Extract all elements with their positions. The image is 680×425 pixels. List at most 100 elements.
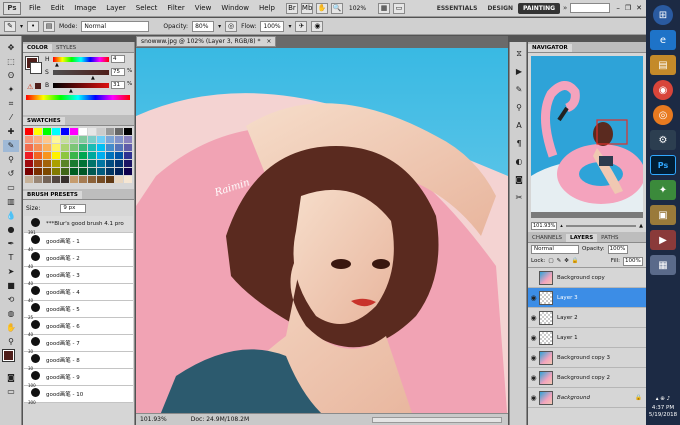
firefox-icon[interactable]: ◎	[653, 105, 673, 125]
swatch[interactable]	[79, 152, 87, 159]
blur-tool-icon[interactable]: 💧	[3, 210, 19, 222]
move-tool-icon[interactable]: ✥	[3, 42, 19, 54]
brush-tool-icon[interactable]: ✎	[4, 20, 16, 32]
menu-edit[interactable]: Edit	[46, 4, 70, 12]
tab-paths[interactable]: PATHS	[597, 234, 622, 242]
tool-presets-icon[interactable]: ✂	[511, 192, 527, 204]
swatch[interactable]	[88, 160, 96, 167]
minibridge-icon[interactable]: Mb	[300, 2, 313, 14]
swatch[interactable]	[43, 176, 51, 183]
swatch[interactable]	[70, 168, 78, 175]
zoom-tool-icon[interactable]: ⚲	[3, 336, 19, 348]
layer-opacity-input[interactable]: 100%	[607, 244, 628, 254]
swatch[interactable]	[88, 136, 96, 143]
document-tab[interactable]: snowww.jpg @ 102% (Layer 3, RGB/8) * ×	[136, 36, 277, 47]
brush-preset-row[interactable]: 391 ***Blur's good brush 4.1 pro	[24, 216, 133, 235]
brush-preset-row[interactable]: 40 good画笔 - 1	[24, 233, 133, 252]
chrome-icon[interactable]: ◉	[653, 80, 673, 100]
swatch[interactable]	[34, 160, 42, 167]
workspace-design[interactable]: DESIGN	[482, 3, 518, 14]
swatch[interactable]	[106, 144, 114, 151]
swatch[interactable]	[61, 168, 69, 175]
swatch[interactable]	[97, 176, 105, 183]
hue-slider-thumb-icon[interactable]: ▲	[55, 62, 59, 68]
tab-color[interactable]: COLOR	[23, 44, 52, 52]
navigator-zoom-slider[interactable]	[565, 225, 637, 227]
brush-preset-row[interactable]: 30 good画笔 - 7	[24, 335, 133, 354]
gamut-warning-icon[interactable]: ⚠	[27, 83, 33, 91]
swatch[interactable]	[52, 152, 60, 159]
photoshop-taskbar-icon[interactable]: Ps	[650, 155, 676, 175]
swatch[interactable]	[115, 128, 123, 135]
zoom-level[interactable]: 102%	[349, 5, 366, 12]
brush-preset-row[interactable]: 25 good画笔 - 5	[24, 301, 133, 320]
brush-size-input[interactable]: 9 px	[60, 203, 87, 213]
swatch[interactable]	[115, 152, 123, 159]
swatch[interactable]	[106, 152, 114, 159]
lock-pixels-icon[interactable]: ✎	[557, 258, 562, 264]
screen-mode-icon[interactable]: ▭	[3, 386, 19, 398]
tab-channels[interactable]: CHANNELS	[528, 234, 566, 242]
swatch[interactable]	[61, 136, 69, 143]
layer-visibility-icon[interactable]: ◉	[528, 394, 539, 402]
b-input[interactable]: 31	[111, 81, 125, 89]
layer-row[interactable]: ◉ Layer 3	[528, 288, 646, 308]
clone-source-icon[interactable]: ⚲	[511, 102, 527, 114]
media-app-icon[interactable]: ▶	[650, 230, 676, 250]
tab-navigator[interactable]: NAVIGATOR	[528, 44, 572, 52]
3d-orbit-tool-icon[interactable]: ◍	[3, 308, 19, 320]
swatch[interactable]	[106, 176, 114, 183]
swatch[interactable]	[106, 136, 114, 143]
foreground-color[interactable]	[2, 349, 15, 362]
zoom-out-icon[interactable]: ▴	[560, 223, 563, 229]
swatch[interactable]	[25, 160, 33, 167]
swatch[interactable]	[34, 144, 42, 151]
pen-tool-icon[interactable]: ✒	[3, 238, 19, 250]
layer-row[interactable]: ◉ Layer 1	[528, 328, 646, 348]
internet-explorer-icon[interactable]: e	[650, 30, 676, 50]
swatch[interactable]	[97, 144, 105, 151]
type-tool-icon[interactable]: T	[3, 252, 19, 264]
brightness-slider[interactable]	[53, 83, 109, 88]
swatch[interactable]	[115, 136, 123, 143]
layer-visibility-icon[interactable]: ◉	[528, 354, 539, 362]
swatch[interactable]	[79, 128, 87, 135]
menu-image[interactable]: Image	[69, 4, 101, 12]
character-panel-icon[interactable]: A	[511, 120, 527, 132]
swatch[interactable]	[124, 160, 132, 167]
clone-stamp-tool-icon[interactable]: ⚲	[3, 154, 19, 166]
actions-panel-icon[interactable]: ▶	[511, 66, 527, 78]
swatch[interactable]	[61, 152, 69, 159]
brush-preset-row[interactable]: 40 good画笔 - 4	[24, 284, 133, 303]
h-input[interactable]: 4	[111, 55, 125, 63]
brush-preset-row[interactable]: 300 good画笔 - 10	[24, 386, 133, 405]
swatch[interactable]	[25, 136, 33, 143]
menu-help[interactable]: Help	[254, 4, 280, 12]
swatch[interactable]	[43, 160, 51, 167]
tab-swatches[interactable]: SWATCHES	[23, 117, 65, 125]
swatch[interactable]	[115, 144, 123, 151]
history-brush-tool-icon[interactable]: ↺	[3, 168, 19, 180]
photos-app-icon[interactable]: ▦	[650, 255, 676, 275]
navigator-preview[interactable]	[531, 56, 645, 218]
masks-panel-icon[interactable]: ◙	[511, 174, 527, 186]
tab-layers[interactable]: LAYERS	[566, 234, 598, 242]
path-selection-tool-icon[interactable]: ➤	[3, 266, 19, 278]
swatch[interactable]	[97, 168, 105, 175]
lock-position-icon[interactable]: ✥	[564, 258, 569, 264]
layer-row[interactable]: ◉ Background copy 2	[528, 368, 646, 388]
workspace-essentials[interactable]: ESSENTIALS	[432, 3, 483, 14]
crop-tool-icon[interactable]: ⌗	[3, 98, 19, 110]
swatch[interactable]	[61, 128, 69, 135]
saturation-slider-thumb-icon[interactable]: ▲	[91, 75, 95, 81]
bridge-icon[interactable]: Br	[285, 2, 298, 14]
mode-select[interactable]: Normal	[81, 20, 150, 32]
canvas-area[interactable]: Raimin	[136, 36, 508, 425]
swatch[interactable]	[70, 152, 78, 159]
lock-all-icon[interactable]: 🔒	[572, 258, 579, 264]
taskbar-date[interactable]: 5/19/2018	[649, 412, 677, 419]
tab-styles[interactable]: STYLES	[52, 44, 80, 52]
status-zoom[interactable]: 101.93%	[136, 416, 171, 423]
swatch[interactable]	[88, 152, 96, 159]
swatch[interactable]	[79, 136, 87, 143]
